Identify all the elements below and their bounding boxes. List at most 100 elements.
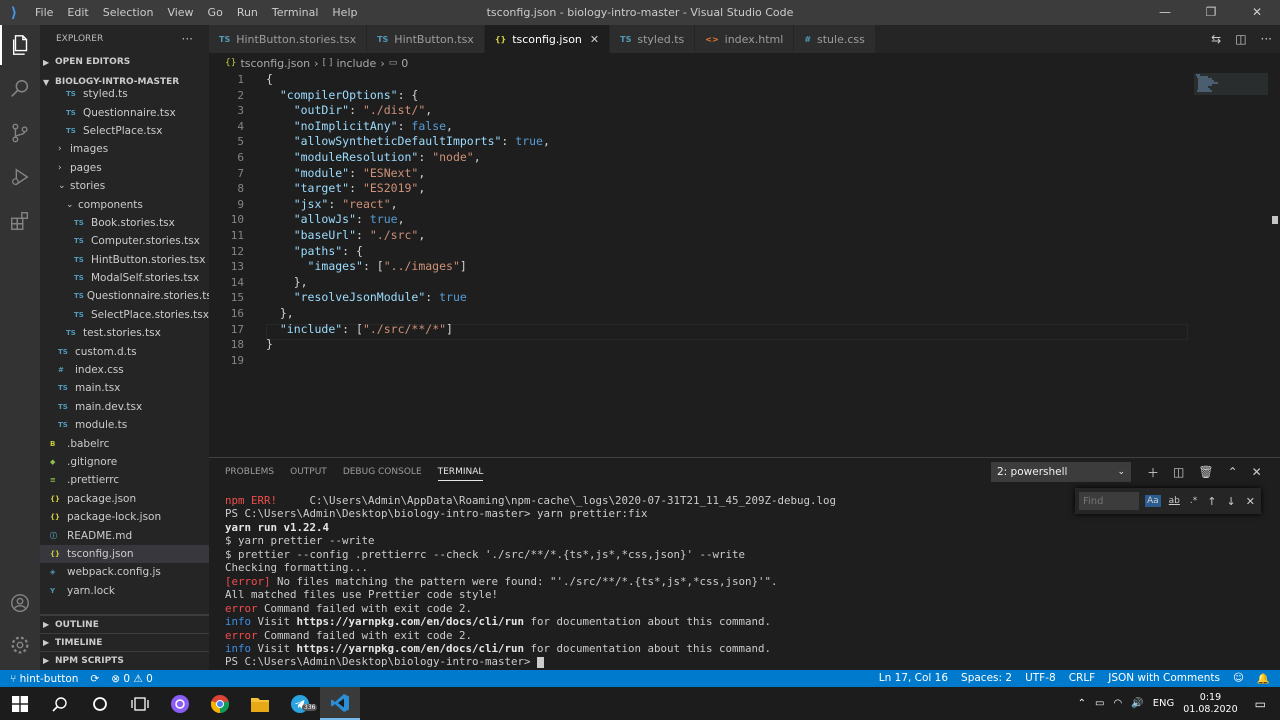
file-item[interactable]: TS test.stories.tsx (40, 324, 209, 342)
maximize-panel-icon[interactable]: ⌃ (1228, 465, 1238, 479)
next-match-icon[interactable]: ↓ (1225, 494, 1238, 509)
panel-tab-output[interactable]: OUTPUT (290, 467, 327, 477)
action-center-icon[interactable]: ▭ (1255, 697, 1266, 711)
previous-match-icon[interactable]: ↑ (1205, 494, 1218, 509)
file-item[interactable]: TS main.dev.tsx (40, 398, 209, 416)
tab-tsconfig-json[interactable]: {} tsconfig.json ✕ (484, 25, 611, 53)
code-line[interactable]: "module": "ESNext", (266, 166, 426, 180)
file-item[interactable]: TS SelectPlace.tsx (40, 122, 209, 140)
tab-hintbutton-tsx[interactable]: TS HintButton.tsx (367, 25, 485, 53)
file-item[interactable]: TS main.tsx (40, 379, 209, 397)
file-item[interactable]: TS HintButton.stories.tsx (40, 251, 209, 269)
extensions-icon[interactable] (0, 201, 40, 241)
indentation[interactable]: Spaces: 2 (961, 672, 1012, 685)
code-line[interactable]: "paths": { (266, 244, 363, 258)
end-of-line[interactable]: CRLF (1069, 672, 1096, 685)
windows-start-icon[interactable] (0, 687, 40, 720)
folder-item[interactable]: ⌄ stories (40, 177, 209, 195)
code-line[interactable]: "baseUrl": "./src", (266, 228, 426, 242)
kill-terminal-icon[interactable]: 🗑 (1198, 465, 1213, 479)
source-control-icon[interactable] (0, 113, 40, 153)
match-case-icon[interactable]: Aa (1145, 495, 1161, 507)
code-line[interactable]: "noImplicitAny": false, (266, 119, 453, 133)
code-line[interactable]: "outDir": "./dist/", (266, 103, 433, 117)
feedback-icon[interactable]: ☺ (1233, 672, 1244, 685)
code-line[interactable]: }, (266, 275, 308, 289)
file-item[interactable]: TS Questionnaire.tsx (40, 103, 209, 121)
file-item[interactable]: ◈ webpack.config.js (40, 563, 209, 581)
problems-status[interactable]: ⊗ 0 ⚠ 0 (111, 673, 153, 685)
close-window-icon[interactable]: ✕ (1234, 0, 1280, 25)
new-terminal-icon[interactable]: ＋ (1147, 464, 1159, 481)
encoding[interactable]: UTF-8 (1025, 672, 1056, 685)
explorer-icon[interactable] (0, 25, 40, 65)
close-panel-icon[interactable]: ✕ (1252, 465, 1262, 479)
file-item[interactable]: TS custom.d.ts (40, 342, 209, 360)
volume-icon[interactable]: 🔊 (1131, 698, 1143, 709)
menu-item-file[interactable]: File (28, 6, 60, 19)
code-line[interactable]: "resolveJsonModule": true (266, 290, 467, 304)
tab-index-html[interactable]: <> index.html (695, 25, 795, 53)
menu-item-go[interactable]: Go (201, 6, 230, 19)
search-icon[interactable] (0, 69, 40, 109)
breadcrumb-index[interactable]: 0 (401, 57, 408, 70)
file-item[interactable]: B .babelrc (40, 434, 209, 452)
file-item[interactable]: Yyarn.lock (40, 582, 209, 600)
file-explorer-icon[interactable] (240, 687, 280, 720)
use-regex-icon[interactable]: .* (1188, 495, 1199, 507)
code-line[interactable]: }, (266, 306, 294, 320)
folder-item[interactable]: ⌄ components (40, 195, 209, 213)
file-item[interactable]: # index.css (40, 361, 209, 379)
telegram-icon[interactable]: 336 (280, 687, 320, 720)
code-line[interactable]: "compilerOptions": { (266, 88, 418, 102)
menu-item-terminal[interactable]: Terminal (265, 6, 326, 19)
panel-tab-terminal[interactable]: TERMINAL (437, 467, 484, 481)
close-tab-icon[interactable]: ✕ (590, 33, 599, 46)
file-item[interactable]: {} package-lock.json (40, 508, 209, 526)
terminal-select[interactable]: 2: powershell ⌄ (991, 462, 1131, 482)
outline-section[interactable]: ▶ OUTLINE (40, 615, 209, 633)
menu-item-run[interactable]: Run (230, 6, 265, 19)
settings-gear-icon[interactable] (0, 625, 40, 665)
menu-item-help[interactable]: Help (325, 6, 364, 19)
breadcrumb-include[interactable]: include (336, 57, 376, 70)
code-line[interactable]: "allowSyntheticDefaultImports": true, (266, 134, 550, 148)
tab-stule-css[interactable]: # stule.css (794, 25, 876, 53)
compare-icon[interactable]: ⇆ (1211, 32, 1221, 46)
file-item[interactable]: TS Book.stories.tsx (40, 214, 209, 232)
file-item[interactable]: ◆ .gitignore (40, 453, 209, 471)
terminal-output[interactable]: npm ERR! C:\Users\Admin\AppData\Roaming\… (225, 494, 1265, 669)
branch-status[interactable]: ⑂ hint-button (10, 673, 78, 685)
notifications-icon[interactable]: 🔔 (1257, 672, 1270, 685)
match-whole-word-icon[interactable]: ab (1167, 495, 1182, 507)
panel-tab-problems[interactable]: PROBLEMS (225, 467, 274, 477)
tab-styled-ts[interactable]: TS styled.ts (610, 25, 696, 53)
file-item[interactable]: TS styled.ts (40, 85, 209, 103)
code-line[interactable]: "allowJs": true, (266, 212, 405, 226)
file-item[interactable]: TS Computer.stories.tsx (40, 232, 209, 250)
file-item[interactable]: TS ModalSelf.stories.tsx (40, 269, 209, 287)
code-line[interactable]: "include": ["./src/**/*"] (266, 322, 453, 336)
restore-icon[interactable]: ❐ (1188, 0, 1234, 25)
code-editor[interactable]: 1 {2 "compilerOptions": {3 "outDir": "./d… (209, 72, 1280, 457)
account-icon[interactable] (0, 583, 40, 623)
close-find-icon[interactable]: ✕ (1244, 494, 1257, 509)
file-item[interactable]: {} package.json (40, 490, 209, 508)
more-actions-icon[interactable]: ··· (182, 32, 193, 46)
minimap[interactable] (1194, 73, 1274, 103)
open-editors-section[interactable]: ▶ OPEN EDITORS (40, 53, 209, 71)
split-terminal-icon[interactable]: ◫ (1173, 465, 1184, 479)
network-icon[interactable]: ◠ (1114, 698, 1123, 709)
alice-assistant-icon[interactable] (160, 687, 200, 720)
input-language[interactable]: ENG (1153, 698, 1175, 709)
code-line[interactable]: "images": ["../images"] (266, 259, 467, 273)
cursor-position[interactable]: Ln 17, Col 16 (879, 672, 948, 685)
menu-item-view[interactable]: View (160, 6, 200, 19)
task-view-icon[interactable] (120, 687, 160, 720)
more-icon[interactable]: ··· (1261, 32, 1272, 46)
file-item[interactable]: ≡ .prettierrc (40, 471, 209, 489)
file-item[interactable]: TS Questionnaire.stories.tsx (40, 287, 209, 305)
npm-scripts-section[interactable]: ▶ NPM SCRIPTS (40, 651, 209, 669)
code-line[interactable]: "target": "ES2019", (266, 181, 426, 195)
vscode-taskbar-icon[interactable] (320, 687, 360, 720)
